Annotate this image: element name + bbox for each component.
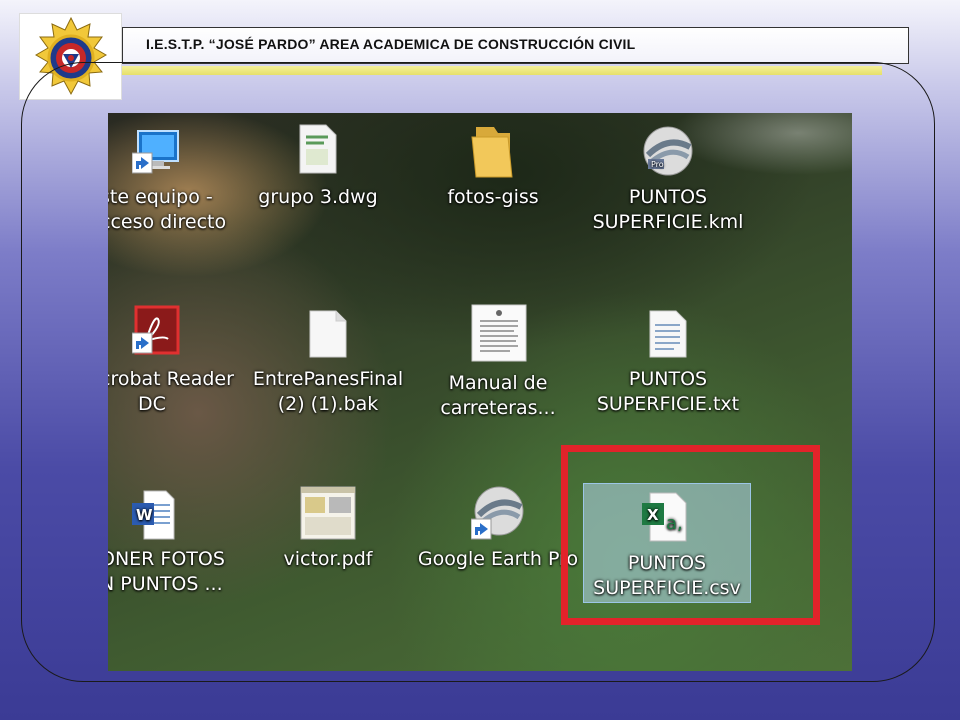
svg-text:Pro: Pro <box>651 160 664 169</box>
icon-label: ste equipo - <box>108 186 213 208</box>
icon-label: carreteras... <box>440 397 556 419</box>
icon-label: fotos-giss <box>447 186 539 208</box>
google-earth-pro-icon: Pro <box>643 126 693 176</box>
icon-label: N PUNTOS ... <box>108 573 223 595</box>
icon-label: SUPERFICIE.kml <box>592 211 744 233</box>
desktop-screenshot: ste equipo - cceso directo grupo 3.dwg f… <box>108 113 852 671</box>
icon-label: DC <box>138 393 166 415</box>
highlight-box <box>561 445 820 625</box>
icon-label: Google Earth Pro <box>417 548 579 570</box>
icon-label: (2) (1).bak <box>277 393 379 415</box>
page-title: I.E.S.T.P. “JOSÉ PARDO” AREA ACADEMICA D… <box>146 36 636 52</box>
icon-label: crobat Reader <box>108 368 234 390</box>
document-page-icon <box>471 304 527 362</box>
svg-text:W: W <box>136 506 153 524</box>
acrobat-shortcut-icon <box>132 305 180 355</box>
text-file-icon <box>649 310 687 358</box>
icon-label: Manual de <box>448 372 548 394</box>
icon-label: cceso directo <box>108 211 227 233</box>
blank-file-icon <box>309 310 347 358</box>
icon-label: grupo 3.dwg <box>258 186 378 208</box>
word-file-icon: W <box>132 490 175 540</box>
google-earth-pro-shortcut-icon <box>471 486 524 540</box>
dwg-file-icon <box>299 124 337 174</box>
folder-icon <box>471 127 513 178</box>
icon-label: PUNTOS <box>628 186 708 208</box>
monitor-shortcut-icon <box>132 130 179 174</box>
pdf-thumbnail-icon <box>300 486 356 540</box>
icon-label: PUNTOS <box>628 368 708 390</box>
icon-label: EntrePanesFinal <box>252 368 404 390</box>
icon-label: ONER FOTOS <box>108 548 225 570</box>
icon-label: victor.pdf <box>283 548 373 570</box>
icon-label: SUPERFICIE.txt <box>596 393 740 415</box>
